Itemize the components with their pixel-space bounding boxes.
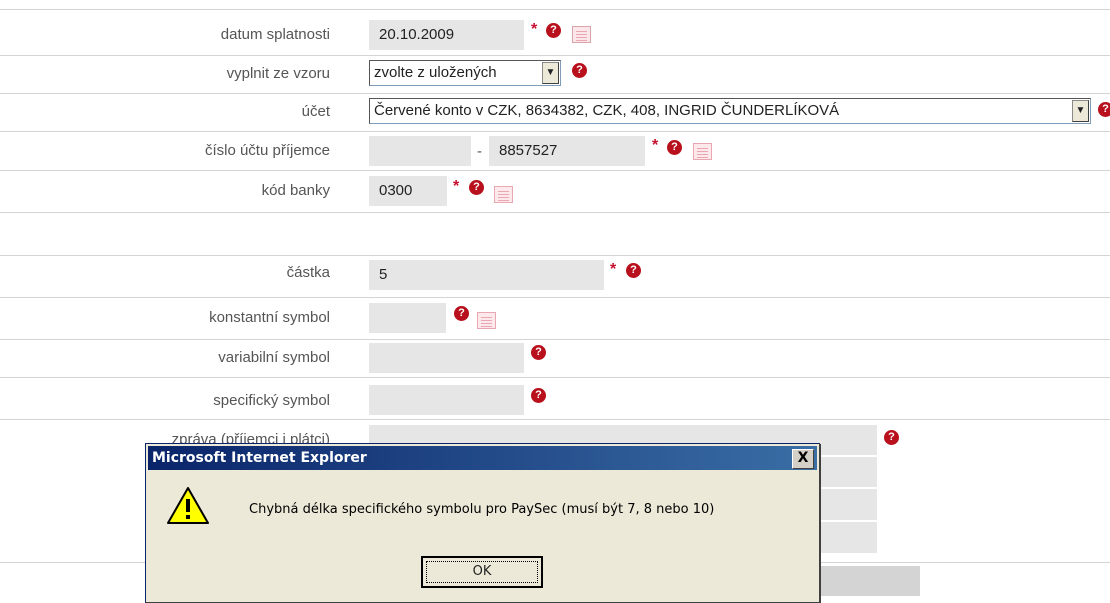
required-mark: * — [652, 137, 659, 154]
ok-button[interactable]: OK — [421, 556, 543, 588]
close-button[interactable]: X — [792, 449, 814, 469]
row-divider — [0, 255, 1110, 256]
account-label: účet — [301, 103, 330, 120]
calendar-icon[interactable] — [572, 26, 591, 43]
help-icon[interactable]: ? — [531, 388, 546, 403]
row-divider — [0, 339, 1110, 340]
dialog-titlebar[interactable]: Microsoft Internet Explorer X — [148, 446, 817, 470]
row-divider — [0, 131, 1110, 132]
list-icon[interactable] — [693, 143, 712, 160]
due-date-label: datum splatnosti — [220, 26, 330, 43]
recipient-account-label: číslo účtu příjemce — [204, 142, 330, 159]
textarea-row-gap — [820, 455, 877, 457]
help-icon[interactable]: ? — [667, 140, 682, 155]
row-divider — [0, 377, 1110, 378]
warning-icon — [167, 487, 209, 524]
dialog-title: Microsoft Internet Explorer — [152, 450, 367, 466]
account-select-value: Červené konto v CZK, 8634382, CZK, 408, … — [374, 102, 840, 119]
variable-symbol-label: variabilní symbol — [218, 349, 330, 366]
bank-code-label: kód banky — [261, 182, 330, 199]
row-divider — [0, 93, 1110, 94]
help-icon[interactable]: ? — [572, 63, 587, 78]
variable-symbol-field[interactable] — [369, 343, 524, 373]
dialog-message: Chybná délka specifického symbolu pro Pa… — [249, 502, 715, 517]
chevron-down-icon[interactable]: ▼ — [1072, 100, 1089, 122]
list-icon[interactable] — [477, 312, 496, 329]
list-icon[interactable] — [494, 186, 513, 203]
help-icon[interactable]: ? — [626, 263, 641, 278]
row-divider — [0, 419, 1110, 420]
template-label: vyplnit ze vzoru — [226, 65, 330, 82]
account-select[interactable]: Červené konto v CZK, 8634382, CZK, 408, … — [369, 98, 1091, 124]
amount-label: částka — [286, 264, 330, 281]
help-icon[interactable]: ? — [454, 306, 469, 321]
specific-symbol-field[interactable] — [369, 385, 524, 415]
help-icon[interactable]: ? — [531, 345, 546, 360]
amount-field[interactable]: 5 — [369, 260, 604, 290]
row-divider — [0, 9, 1110, 10]
row-divider — [0, 297, 1110, 298]
specific-symbol-label: specifický symbol — [213, 392, 330, 409]
template-select[interactable]: zvolte z uložených ▼ — [369, 60, 561, 86]
constant-symbol-label: konstantní symbol — [209, 309, 330, 326]
help-icon[interactable]: ? — [546, 23, 561, 38]
recipient-account-number-field[interactable]: 8857527 — [489, 136, 645, 166]
row-divider — [0, 55, 1110, 56]
required-mark: * — [610, 261, 617, 278]
help-icon[interactable]: ? — [884, 430, 899, 445]
recipient-account-prefix-field[interactable] — [369, 136, 471, 166]
help-icon[interactable]: ? — [469, 180, 484, 195]
textarea-row-gap — [820, 520, 877, 522]
row-divider — [0, 212, 1110, 213]
bank-code-field[interactable]: 0300 — [369, 176, 447, 206]
constant-symbol-field[interactable] — [369, 303, 446, 333]
due-date-field[interactable]: 20.10.2009 — [369, 20, 524, 50]
help-icon[interactable]: ? — [1098, 102, 1110, 117]
template-select-value: zvolte z uložených — [374, 64, 497, 81]
account-dash: - — [477, 143, 482, 160]
required-mark: * — [531, 21, 538, 38]
textarea-row-gap — [820, 487, 877, 489]
alert-dialog: Microsoft Internet Explorer X Chybná dél… — [145, 443, 820, 603]
chevron-down-icon[interactable]: ▼ — [542, 62, 559, 84]
required-mark: * — [453, 178, 460, 195]
submit-button[interactable] — [820, 566, 920, 596]
row-divider — [0, 170, 1110, 171]
